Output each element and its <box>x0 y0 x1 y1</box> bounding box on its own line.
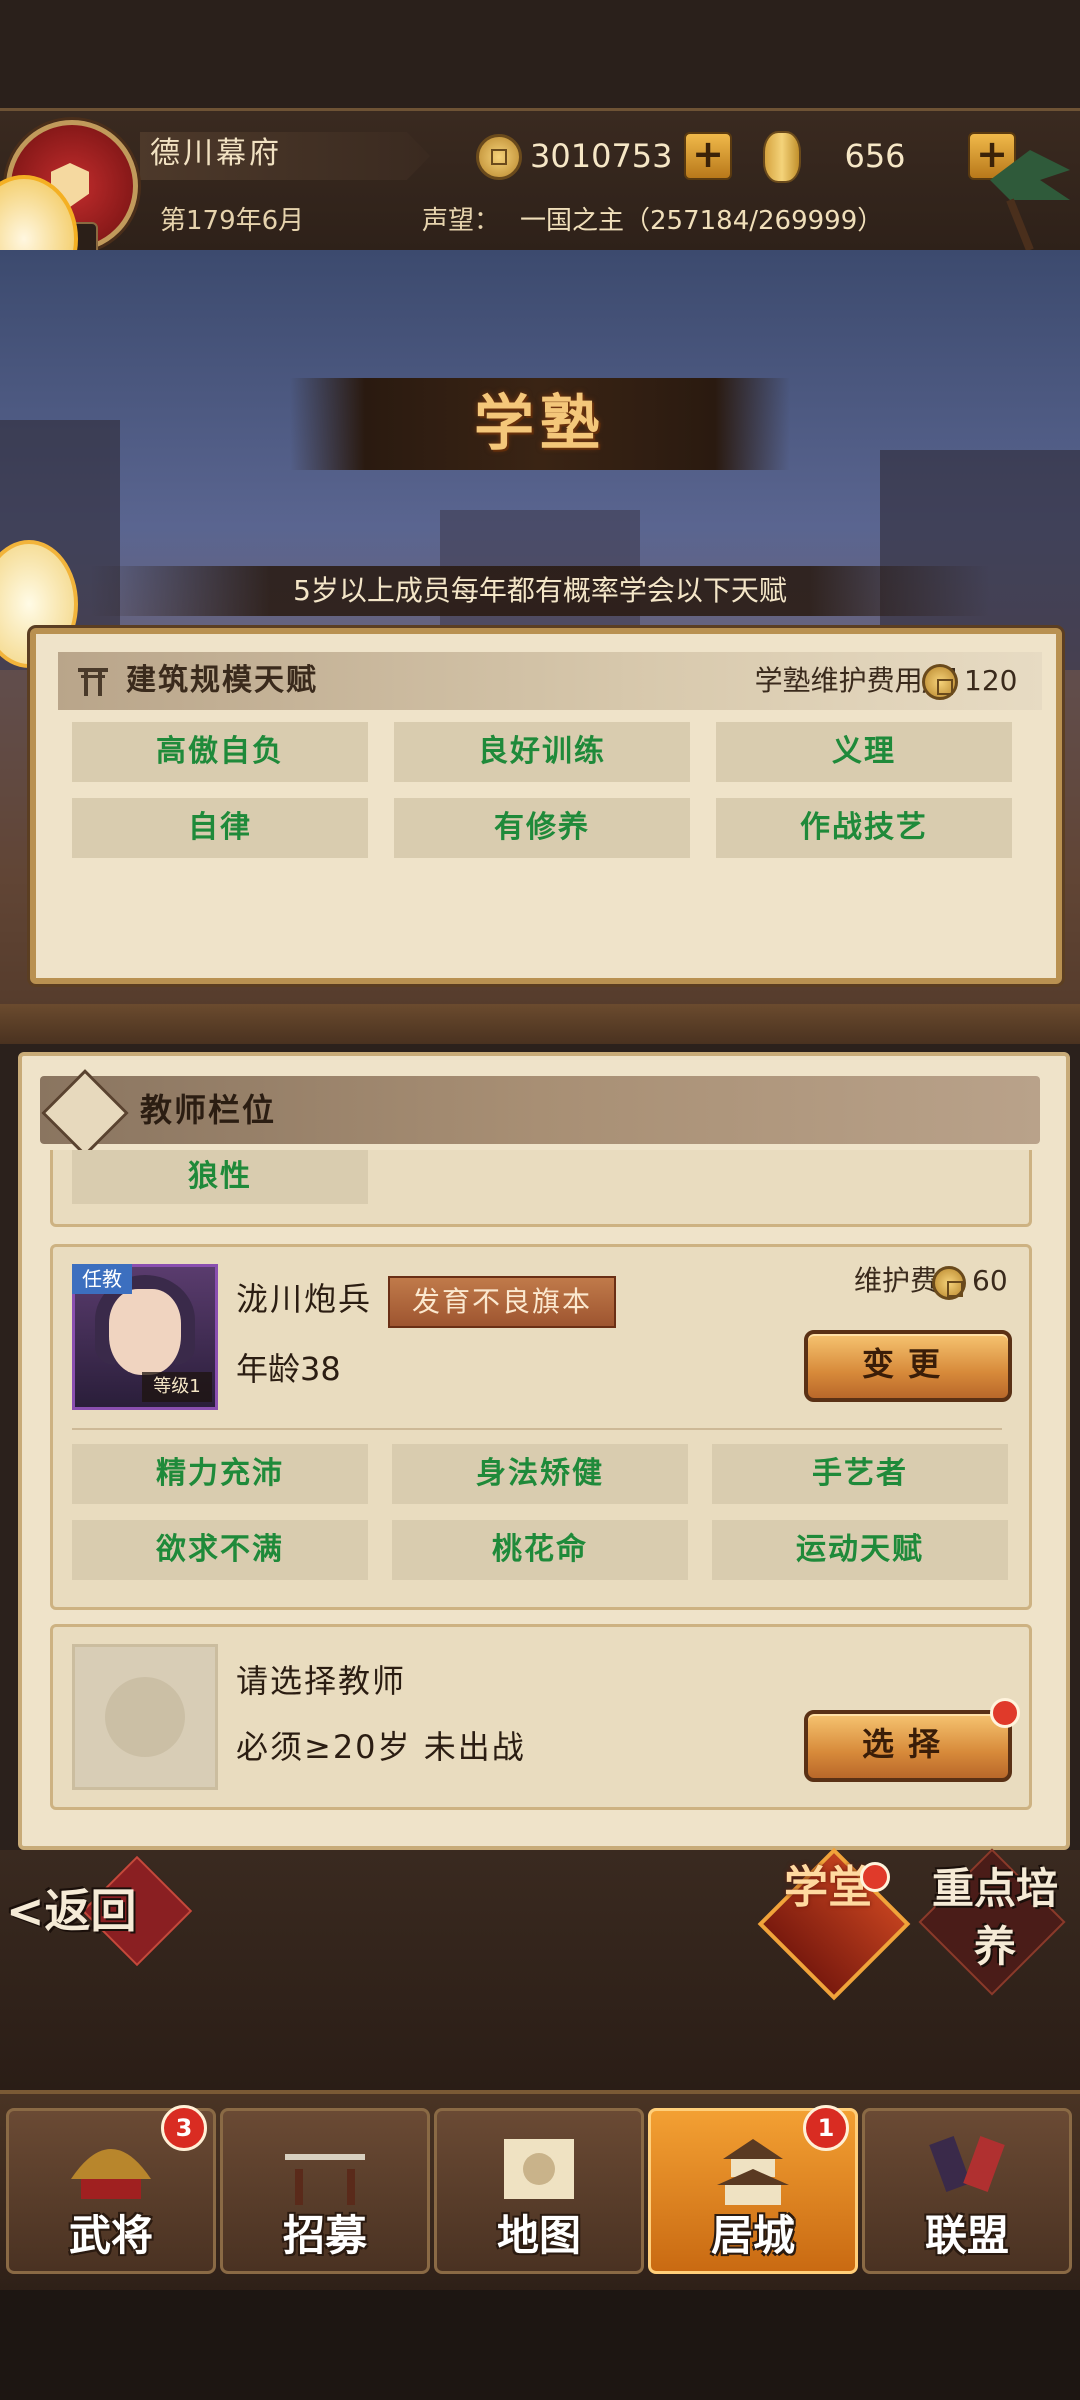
building-talent-tag[interactable]: 义理 <box>716 722 1012 782</box>
notification-dot <box>990 1698 1020 1728</box>
add-gold-button[interactable]: + <box>684 132 732 180</box>
fee-label: 维护费 <box>853 1264 938 1297</box>
teacher-age: 年龄38 <box>236 1350 341 1388</box>
building-talent-tag[interactable]: 自律 <box>72 798 368 858</box>
section-divider <box>0 1004 1080 1044</box>
teacher-slots-title: 教师栏位 <box>140 1091 277 1129</box>
notification-dot <box>860 1862 890 1892</box>
teacher-requirement: 必须≥20岁 未出战 <box>236 1728 526 1766</box>
teacher-talent-tag[interactable]: 桃花命 <box>392 1520 688 1580</box>
nav-label: 招募 <box>282 2211 367 2260</box>
nav-generals[interactable]: 武将 3 <box>6 2105 216 2274</box>
page-description: 5岁以上成员每年都有概率学会以下天赋 <box>293 574 787 607</box>
teacher-talent-tag[interactable]: 手艺者 <box>712 1444 1008 1504</box>
change-teacher-button[interactable]: 变更 <box>804 1330 1012 1402</box>
nav-label: 地图 <box>496 2211 581 2260</box>
samurai-helmet-icon <box>71 2149 151 2199</box>
nav-label: 武将 <box>68 2211 153 2260</box>
building-talents-title: 建筑规模天赋 <box>126 663 318 698</box>
building-talent-tag[interactable]: 良好训练 <box>394 722 690 782</box>
samurai-helmet-icon <box>105 1677 185 1757</box>
scroll-map-icon <box>504 2139 574 2199</box>
card-separator <box>72 1428 1002 1430</box>
game-date: 第179年6月 <box>160 206 305 236</box>
teacher-name: 泷川炮兵 <box>236 1280 373 1318</box>
gold-coin-icon <box>476 134 522 180</box>
empty-portrait-placeholder[interactable] <box>72 1644 218 1790</box>
castle-icon <box>717 2139 789 2205</box>
teacher-talent-tag[interactable]: 狼性 <box>72 1150 368 1204</box>
sword-rack-icon <box>285 2154 365 2205</box>
system-nav-area <box>0 2290 1080 2400</box>
building-talent-tag[interactable]: 作战技艺 <box>716 798 1012 858</box>
nav-castle[interactable]: 居城 1 <box>648 2105 858 2274</box>
nav-alliance[interactable]: 联盟 <box>862 2108 1072 2274</box>
nav-label: 联盟 <box>924 2211 1009 2260</box>
back-button[interactable]: <返回 <box>6 1878 186 1944</box>
fee-value: 60 <box>972 1264 1008 1297</box>
nav-badge: 3 <box>161 2105 207 2151</box>
nav-badge: 1 <box>803 2105 849 2151</box>
nav-map[interactable]: 地图 <box>434 2108 644 2274</box>
teacher-talent-tag[interactable]: 欲求不满 <box>72 1520 368 1580</box>
coin-icon <box>922 664 958 700</box>
pine-tree-icon <box>990 150 1070 250</box>
focus-training-tab[interactable]: 重点培养 <box>920 1850 1070 1990</box>
choose-teacher-title: 请选择教师 <box>236 1662 407 1700</box>
upkeep-value: 120 <box>964 664 1018 697</box>
teacher-talent-tag[interactable]: 身法矫健 <box>392 1444 688 1504</box>
nav-label: 居城 <box>710 2211 795 2260</box>
koban-icon <box>763 131 801 183</box>
teacher-talent-tag[interactable]: 运动天赋 <box>712 1520 1008 1580</box>
gold-amount: 3010753 <box>530 137 673 175</box>
building-talent-tag[interactable]: 高傲自负 <box>72 722 368 782</box>
banner-flags-icon <box>929 2136 1005 2192</box>
prestige-value: 一国之主（257184/269999） <box>520 206 884 236</box>
upkeep-label: 学塾维护费用/月 <box>754 664 960 697</box>
teaching-badge: 任教 <box>72 1264 132 1294</box>
teacher-level: 等级1 <box>142 1372 212 1402</box>
coin-icon <box>932 1266 966 1300</box>
teacher-trait-badge: 发育不良旗本 <box>388 1276 616 1328</box>
teacher-talent-tag[interactable]: 精力充沛 <box>72 1444 368 1504</box>
building-talent-tag[interactable]: 有修养 <box>394 798 690 858</box>
select-teacher-button[interactable]: 选择 <box>804 1710 1012 1782</box>
koban-amount: 656 <box>844 137 906 175</box>
clan-name: 德川幕府 <box>150 136 282 171</box>
torii-icon <box>78 668 108 696</box>
nav-recruit[interactable]: 招募 <box>220 2108 430 2274</box>
page-title: 学塾 <box>474 389 606 459</box>
status-bar-area <box>0 0 1080 108</box>
